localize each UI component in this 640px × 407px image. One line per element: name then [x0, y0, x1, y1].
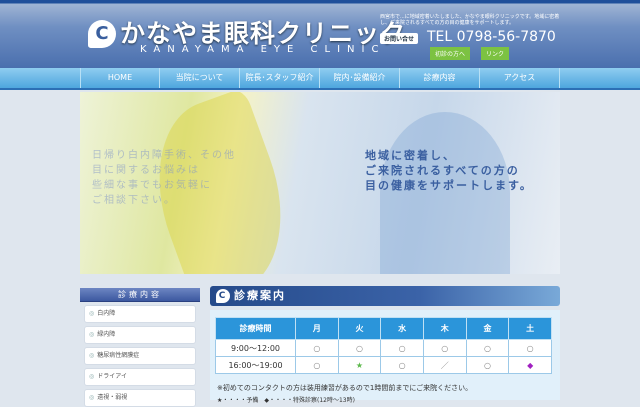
hero-line: 些細な事でもお気軽に	[92, 180, 212, 191]
surgeon-image	[380, 112, 510, 274]
section-title: C 診療案内	[210, 286, 560, 306]
hero-left-text: 日帰り白内障手術、その他 目に関するお悩みは 些細な事でもお気軽に ご相談下さい…	[92, 148, 236, 208]
column-header: 金	[465, 317, 510, 340]
bullet-icon: ◎	[89, 310, 95, 317]
closed-slash-icon: ／	[422, 356, 467, 374]
nav-staff[interactable]: 院長･スタッフ紹介	[240, 68, 320, 88]
column-header: 月	[295, 317, 339, 340]
column-header: 診療時間	[215, 317, 296, 340]
hero-right-text: 地域に密着し、 ご来院されるすべての方の 目の健康をサポートします。	[365, 148, 533, 193]
nav-home[interactable]: HOME	[80, 68, 160, 88]
sidebar: 診療内容 ◎ 白内障 ◎ 緑内障 ◎ 糖尿病性網膜症 ◎ ドライアイ ◎ 遠視・弱視	[80, 288, 200, 407]
nav-facility[interactable]: 院内･設備紹介	[320, 68, 400, 88]
schedule-cell: ○	[465, 339, 510, 357]
eye-logo-icon: C	[216, 289, 230, 303]
schedule-cell: ○	[508, 339, 552, 357]
section-title-text: 診療案内	[234, 289, 286, 302]
sidebar-item-label: 白内障	[97, 310, 116, 317]
schedule-panel: 診療時間 月 火 水 木 金 土 9:00〜12:00 ○ ○ ○ ○ ○ ○ …	[210, 310, 560, 404]
time-cell: 9:00〜12:00	[215, 339, 296, 357]
hero-line: 日帰り白内障手術、その他	[92, 150, 236, 161]
hero-line: 地域に密着し、	[365, 149, 456, 162]
sidebar-item-label: 緑内障	[97, 331, 116, 338]
table-row: 16:00〜19:00 ○ ★ ○ ／ ○ ◆	[215, 356, 552, 374]
links-button[interactable]: リンク	[481, 47, 510, 60]
diamond-icon: ◆	[508, 356, 552, 374]
schedule-cell: ○	[337, 339, 382, 357]
schedule-cell: ○	[380, 356, 424, 374]
first-visit-button[interactable]: 初診の方へ	[430, 47, 471, 60]
clinic-logo-icon[interactable]: C	[88, 20, 116, 48]
main-nav: HOME 当院について 院長･スタッフ紹介 院内･設備紹介 診療内容 アクセス	[0, 68, 640, 90]
site-header: C かなやま眼科クリニック KANAYAMA EYE CLINIC 西宮市で..…	[0, 0, 640, 68]
schedule-cell: ○	[295, 356, 339, 374]
table-row: 9:00〜12:00 ○ ○ ○ ○ ○ ○	[215, 339, 552, 357]
nav-access[interactable]: アクセス	[480, 68, 560, 88]
column-header: 土	[508, 317, 552, 340]
schedule-cell: ○	[295, 339, 339, 357]
sidebar-title: 診療内容	[80, 288, 200, 302]
sidebar-item-amblyopia[interactable]: ◎ 遠視・弱視	[84, 389, 196, 407]
sidebar-item-dry-eye[interactable]: ◎ ドライアイ	[84, 368, 196, 386]
star-icon: ★	[337, 356, 382, 374]
column-header: 火	[337, 317, 382, 340]
hero-banner: 日帰り白内障手術、その他 目に関するお悩みは 些細な事でもお気軽に ご相談下さい…	[80, 92, 560, 274]
header-intro: 西宮市で...に地域密着いたしました、かなやま眼科クリニックです。地域に密着し、…	[380, 14, 560, 26]
bullet-icon: ◎	[89, 352, 95, 359]
table-header-row: 診療時間 月 火 水 木 金 土	[215, 317, 552, 340]
column-header: 木	[422, 317, 467, 340]
sidebar-item-label: ドライアイ	[97, 373, 127, 380]
schedule-note: ※初めてのコンタクトの方は装用練習があるので1時間前までにご来院ください。	[217, 384, 473, 392]
schedule-cell: ○	[380, 339, 424, 357]
site-subtitle: KANAYAMA EYE CLINIC	[140, 44, 386, 55]
bullet-icon: ◎	[89, 373, 95, 380]
nav-about[interactable]: 当院について	[160, 68, 240, 88]
schedule-table: 診療時間 月 火 水 木 金 土 9:00〜12:00 ○ ○ ○ ○ ○ ○ …	[215, 317, 552, 374]
contact-badge: お問い合せ	[380, 33, 419, 44]
phone-number: TEL 0798-56-7870	[427, 29, 556, 45]
schedule-cell: ○	[422, 339, 467, 357]
sidebar-item-label: 糖尿病性網膜症	[97, 352, 140, 359]
column-header: 水	[380, 317, 424, 340]
sidebar-item-cataract[interactable]: ◎ 白内障	[84, 305, 196, 323]
hero-line: 目の健康をサポートします。	[365, 179, 533, 192]
nav-services[interactable]: 診療内容	[400, 68, 480, 88]
bullet-icon: ◎	[89, 331, 95, 338]
schedule-cell: ○	[465, 356, 510, 374]
sidebar-item-glaucoma[interactable]: ◎ 緑内障	[84, 326, 196, 344]
hero-line: 目に関するお悩みは	[92, 165, 200, 176]
hero-line: ご来院されるすべての方の	[365, 164, 520, 177]
hero-line: ご相談下さい。	[92, 195, 176, 206]
time-cell: 16:00〜19:00	[215, 356, 296, 374]
sidebar-item-retinopathy[interactable]: ◎ 糖尿病性網膜症	[84, 347, 196, 365]
